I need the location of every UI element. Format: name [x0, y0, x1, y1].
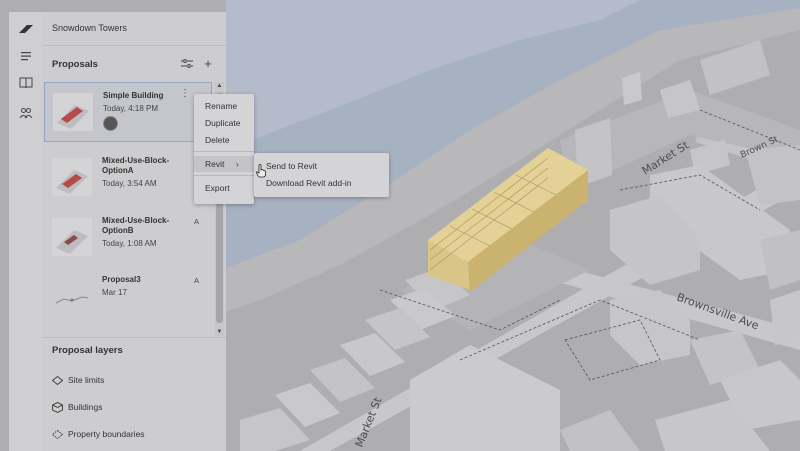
- proposal-thumbnail: [53, 93, 93, 131]
- divider: [42, 45, 226, 46]
- menu-item-delete[interactable]: Delete: [194, 132, 254, 148]
- layer-label: Buildings: [68, 402, 103, 412]
- proposal-badge: A: [194, 217, 200, 226]
- menu-item-rename[interactable]: Rename: [194, 98, 254, 114]
- menu-item-send-to-revit[interactable]: Send to Revit: [254, 158, 389, 174]
- proposal-thumbnail: [52, 158, 92, 196]
- proposal-card[interactable]: Mixed-Use-Block-OptionA Today, 3:54 AM A: [44, 148, 210, 206]
- people-icon[interactable]: [17, 104, 35, 122]
- proposals-title: Proposals: [52, 59, 98, 70]
- proposal-card[interactable]: Simple Building Today, 4:18 PM ⋮: [44, 82, 212, 142]
- layer-buildings[interactable]: Buildings: [52, 400, 103, 414]
- scroll-down-icon[interactable]: ▼: [215, 328, 224, 336]
- layer-property-boundaries[interactable]: Property boundaries: [52, 427, 145, 441]
- proposal-name: Mixed-Use-Block-OptionA: [102, 156, 170, 175]
- scroll-up-icon[interactable]: ▲: [215, 82, 224, 90]
- chevron-right-icon: ›: [236, 159, 239, 169]
- buildings-icon: [52, 401, 63, 413]
- book-icon[interactable]: [17, 74, 35, 92]
- proposal-name: Proposal3: [102, 275, 141, 284]
- avatar: [103, 116, 118, 131]
- menu-divider: [194, 175, 254, 176]
- more-options-icon[interactable]: ⋮: [180, 89, 190, 99]
- proposal-date: Mar 17: [102, 288, 127, 297]
- add-proposal-icon[interactable]: +: [201, 56, 215, 71]
- property-boundaries-icon: [52, 429, 63, 439]
- menu-icon[interactable]: [17, 47, 35, 65]
- menu-item-revit[interactable]: Revit ›: [194, 156, 254, 172]
- site-limits-icon: [52, 375, 63, 385]
- proposal-badge: A: [194, 276, 200, 285]
- menu-item-duplicate[interactable]: Duplicate: [194, 115, 254, 131]
- menu-divider: [194, 151, 254, 152]
- layer-site-limits[interactable]: Site limits: [52, 373, 104, 387]
- layer-label: Site limits: [68, 375, 105, 385]
- proposal-card[interactable]: Mixed-Use-Block-OptionB Today, 1:08 AM A: [44, 208, 210, 266]
- proposal-date: Today, 1:08 AM: [102, 239, 157, 248]
- proposal-date: Today, 4:18 PM: [103, 104, 158, 113]
- layer-label: Property boundaries: [68, 429, 145, 439]
- filter-settings-icon[interactable]: [180, 57, 194, 71]
- proposal-thumbnail: [52, 277, 92, 315]
- proposals-panel: Snowdown Towers Proposals + Simple Build…: [42, 12, 226, 451]
- revit-submenu: Send to Revit Download Revit add-in: [254, 153, 389, 197]
- app-logo-icon[interactable]: [17, 20, 35, 38]
- divider: [42, 337, 226, 338]
- context-menu: Rename Duplicate Delete Revit › Export: [194, 94, 254, 204]
- proposal-name: Mixed-Use-Block-OptionB: [102, 216, 170, 235]
- left-rail: [9, 12, 43, 451]
- project-title: Snowdown Towers: [52, 23, 127, 33]
- proposal-thumbnail: [52, 218, 92, 256]
- menu-item-export[interactable]: Export: [194, 180, 254, 196]
- menu-item-label: Revit: [205, 159, 225, 169]
- proposal-layers-title: Proposal layers: [52, 345, 123, 356]
- proposal-card[interactable]: Proposal3 Mar 17 A: [44, 267, 210, 325]
- proposal-date: Today, 3:54 AM: [102, 179, 157, 188]
- hand-cursor-icon: [256, 164, 266, 178]
- menu-item-download-revit-addin[interactable]: Download Revit add-in: [254, 175, 389, 191]
